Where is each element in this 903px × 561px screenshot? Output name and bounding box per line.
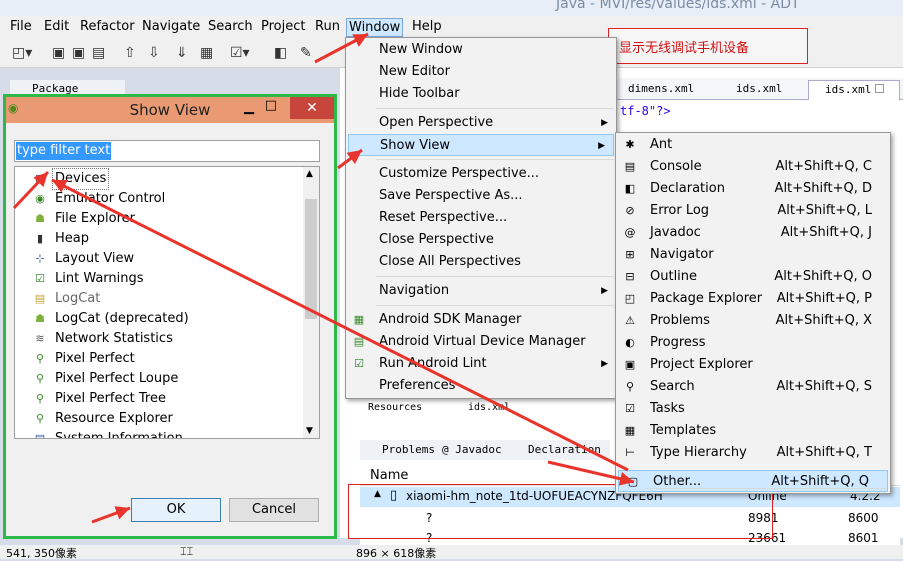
annotation-arrow-long: [51, 178, 629, 472]
annotation-arrow-other-head: [618, 472, 634, 486]
annotation-arrows: [12, 32, 635, 524]
annotation-arrow-showview-head: [346, 150, 362, 164]
